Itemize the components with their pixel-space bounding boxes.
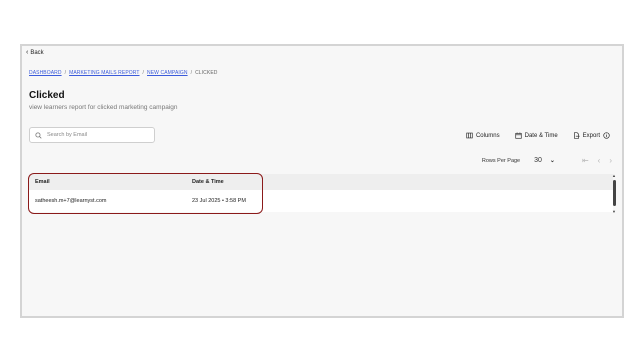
search-box[interactable]: [29, 127, 155, 143]
search-icon: [35, 131, 42, 139]
scroll-up-icon[interactable]: ▲: [612, 174, 616, 178]
back-link[interactable]: ‹ Back: [26, 49, 44, 56]
results-table: Email Date & Time satheesh.m+7@learnyst.…: [29, 174, 613, 212]
rows-per-page-label: Rows Per Page: [481, 157, 521, 164]
table-header: Email Date & Time: [29, 174, 613, 190]
cell-date-time: 23 Jul 2025 • 3:58 PM: [192, 198, 246, 204]
column-header-date-time[interactable]: Date & Time: [186, 179, 613, 185]
export-button[interactable]: Export: [573, 132, 610, 139]
cell-email: satheesh.m+7@learnyst.com: [35, 198, 107, 204]
scrollbar-thumb[interactable]: [612, 180, 616, 206]
pagination: Rows Per Page 30 ⌄ ⇤ ‹ ›: [482, 156, 612, 165]
page-title: Clicked: [29, 90, 65, 101]
breadcrumb-current: CLICKED: [195, 70, 218, 76]
breadcrumb: DASHBOARD / MARKETING MAILS REPORT / NEW…: [29, 70, 217, 76]
export-file-icon: [573, 132, 580, 139]
toolbar: Columns Date & Time Export: [466, 132, 610, 139]
breadcrumb-separator: /: [64, 70, 67, 76]
breadcrumb-dashboard[interactable]: DASHBOARD: [29, 70, 62, 76]
rows-per-page-value: 30: [534, 157, 542, 164]
chevron-left-icon: ‹: [26, 49, 29, 56]
page-subtitle: view learners report for clicked marketi…: [29, 104, 178, 111]
table-row[interactable]: satheesh.m+7@learnyst.com 23 Jul 2025 • …: [29, 190, 613, 212]
next-page-icon[interactable]: ›: [609, 156, 612, 165]
vertical-scrollbar[interactable]: ▲ ▼: [612, 174, 616, 214]
breadcrumb-marketing-mails-report[interactable]: MARKETING MAILS REPORT: [69, 70, 139, 76]
column-header-email[interactable]: Email: [29, 179, 186, 185]
breadcrumb-separator: /: [190, 70, 193, 76]
info-icon: [603, 132, 610, 139]
chevron-down-icon: ⌄: [549, 158, 555, 164]
date-time-button[interactable]: Date & Time: [514, 132, 558, 139]
date-time-label: Date & Time: [524, 132, 558, 139]
first-page-icon[interactable]: ⇤: [582, 156, 589, 165]
breadcrumb-new-campaign[interactable]: NEW CAMPAIGN: [147, 70, 188, 76]
scroll-down-icon[interactable]: ▼: [612, 210, 616, 214]
calendar-icon: [514, 132, 522, 139]
columns-button[interactable]: Columns: [466, 132, 500, 139]
prev-page-icon[interactable]: ‹: [598, 156, 601, 165]
search-input[interactable]: [47, 132, 147, 138]
columns-label: Columns: [475, 132, 500, 139]
export-label: Export: [582, 132, 600, 139]
breadcrumb-separator: /: [142, 70, 145, 76]
columns-icon: [466, 132, 473, 139]
app-frame: ‹ Back DASHBOARD / MARKETING MAILS REPOR…: [20, 44, 624, 318]
back-label: Back: [30, 49, 44, 56]
rows-per-page-select[interactable]: 30 ⌄: [534, 157, 555, 164]
